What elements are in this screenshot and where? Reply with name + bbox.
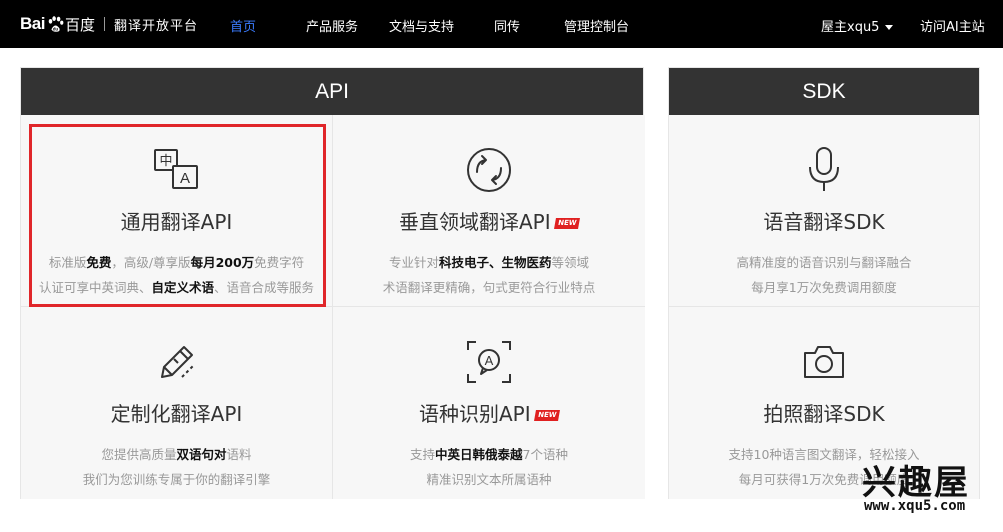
- desc-text: 、语音合成等服务: [214, 280, 315, 295]
- logo-divider: [103, 17, 105, 31]
- logo-text: Bai: [20, 14, 45, 33]
- desc-text: 您提供高质量: [101, 447, 177, 462]
- card-title: 语音翻译SDK: [763, 210, 885, 234]
- chevron-down-icon: [885, 25, 894, 30]
- nav-simultaneous[interactable]: 同传: [494, 16, 520, 35]
- card-language-detect[interactable]: A 语种识别API NEW 支持中英日韩俄泰越7个语种 精准识别文本所属语种: [333, 307, 645, 499]
- card-title-row: 垂直领域翻译API NEW: [333, 206, 645, 235]
- logo-baidu-cn: 百度: [64, 15, 95, 34]
- desc-highlight: 免费: [86, 255, 112, 270]
- desc-text: 认证可享中英词典、: [38, 280, 152, 295]
- sdk-panel-header: SDK: [669, 68, 979, 115]
- desc-highlight: 双语句对: [176, 447, 227, 462]
- card-title: 垂直领域翻译API: [398, 210, 551, 234]
- card-description: 高精准度的语音识别与翻译融合: [736, 255, 912, 270]
- svg-text:A: A: [179, 170, 189, 187]
- desc-text: 语料: [226, 447, 252, 462]
- baidu-paw-icon: du: [48, 16, 64, 32]
- card-description: 精准识别文本所属语种: [426, 472, 552, 487]
- microphone-icon: [809, 147, 839, 191]
- pencil-edit-icon: [160, 346, 195, 378]
- card-domain-translation[interactable]: 垂直领域翻译API NEW 专业针对科技电子、生物医药等领域 术语翻译更精确，句式…: [333, 115, 645, 307]
- nav-products[interactable]: 产品服务: [306, 16, 358, 35]
- user-menu[interactable]: 屋主xqu5: [821, 16, 894, 35]
- svg-text:A: A: [485, 353, 494, 368]
- api-panel-header: API: [21, 68, 643, 115]
- desc-text: 免费字符: [254, 255, 305, 270]
- desc-highlight: 科技电子、生物医药: [438, 255, 552, 270]
- desc-text: 标准版: [48, 255, 87, 270]
- svg-text:du: du: [53, 26, 59, 31]
- card-description: 您提供高质量双语句对语料: [21, 444, 332, 463]
- desc-highlight: 中英日韩俄泰越: [435, 447, 523, 462]
- desc-text: 支持: [410, 447, 436, 462]
- translate-icon: 中 A: [153, 149, 198, 189]
- svg-text:中: 中: [159, 154, 172, 169]
- card-description: 我们为您训练专属于你的翻译引擎: [82, 472, 271, 487]
- watermark: 兴趣屋 www.xqu5.com: [862, 455, 1003, 532]
- watermark-url: www.xqu5.com: [864, 498, 966, 514]
- card-title: 语种识别API: [418, 402, 531, 426]
- watermark-title: 兴趣屋: [862, 463, 970, 503]
- new-badge: NEW: [533, 410, 560, 421]
- card-description: 专业针对科技电子、生物医药等领域: [333, 252, 645, 271]
- nav-docs[interactable]: 文档与支持: [389, 16, 454, 35]
- user-name: 屋主xqu5: [821, 20, 880, 35]
- desc-text: 7个语种: [522, 447, 568, 462]
- desc-highlight: 每月200万: [190, 255, 255, 270]
- card-description: 每月享1万次免费调用额度: [751, 280, 897, 295]
- card-description: 标准版免费，高级/尊享版每月200万免费字符: [21, 252, 332, 271]
- card-title: 拍照翻译SDK: [763, 402, 885, 426]
- desc-text: 专业针对: [388, 255, 439, 270]
- card-description: 认证可享中英词典、自定义术语、语音合成等服务: [21, 277, 332, 296]
- desc-highlight: 自定义术语: [151, 280, 214, 295]
- logo-subtitle: 翻译开放平台: [113, 18, 198, 34]
- card-title: 定制化翻译API: [110, 402, 243, 426]
- card-description: 支持中英日韩俄泰越7个语种: [333, 444, 645, 463]
- card-general-translation[interactable]: 中 A 通用翻译API 标准版免费，高级/尊享版每月200万免费字符 认证可享中…: [21, 115, 333, 307]
- new-badge: NEW: [553, 218, 580, 229]
- nav-home[interactable]: 首页: [230, 16, 256, 35]
- nav-console[interactable]: 管理控制台: [564, 16, 629, 35]
- desc-text: 等领域: [551, 255, 590, 270]
- card-voice-sdk[interactable]: 语音翻译SDK 高精准度的语音识别与翻译融合 每月享1万次免费调用额度: [669, 115, 979, 307]
- domain-sync-icon: [467, 148, 511, 192]
- api-panel: API 中 A 通用翻译API 标准版免费，高级/尊享版每月200万免费字符 认…: [20, 67, 645, 499]
- card-description: 术语翻译更精确，句式更符合行业特点: [382, 280, 596, 295]
- language-detect-icon: A: [467, 341, 511, 383]
- sdk-panel: SDK 语音翻译SDK 高精准度的语音识别与翻译融合 每月享1万次免费调用额度 …: [668, 67, 980, 499]
- top-navbar: Bai du 百度 翻译开放平台 首页 产品服务 文档与支持 同传 管理控制台 …: [0, 0, 1003, 48]
- card-title: 通用翻译API: [120, 210, 233, 234]
- desc-text: ，高级/尊享版: [111, 255, 191, 270]
- card-title-row: 语种识别API NEW: [333, 398, 645, 427]
- baidu-logo[interactable]: Bai du 百度 翻译开放平台: [20, 12, 198, 36]
- card-custom-translation[interactable]: 定制化翻译API 您提供高质量双语句对语料 我们为您训练专属于你的翻译引擎: [21, 307, 333, 499]
- visit-ai-link[interactable]: 访问AI主站: [920, 16, 985, 35]
- camera-icon: [804, 346, 844, 378]
